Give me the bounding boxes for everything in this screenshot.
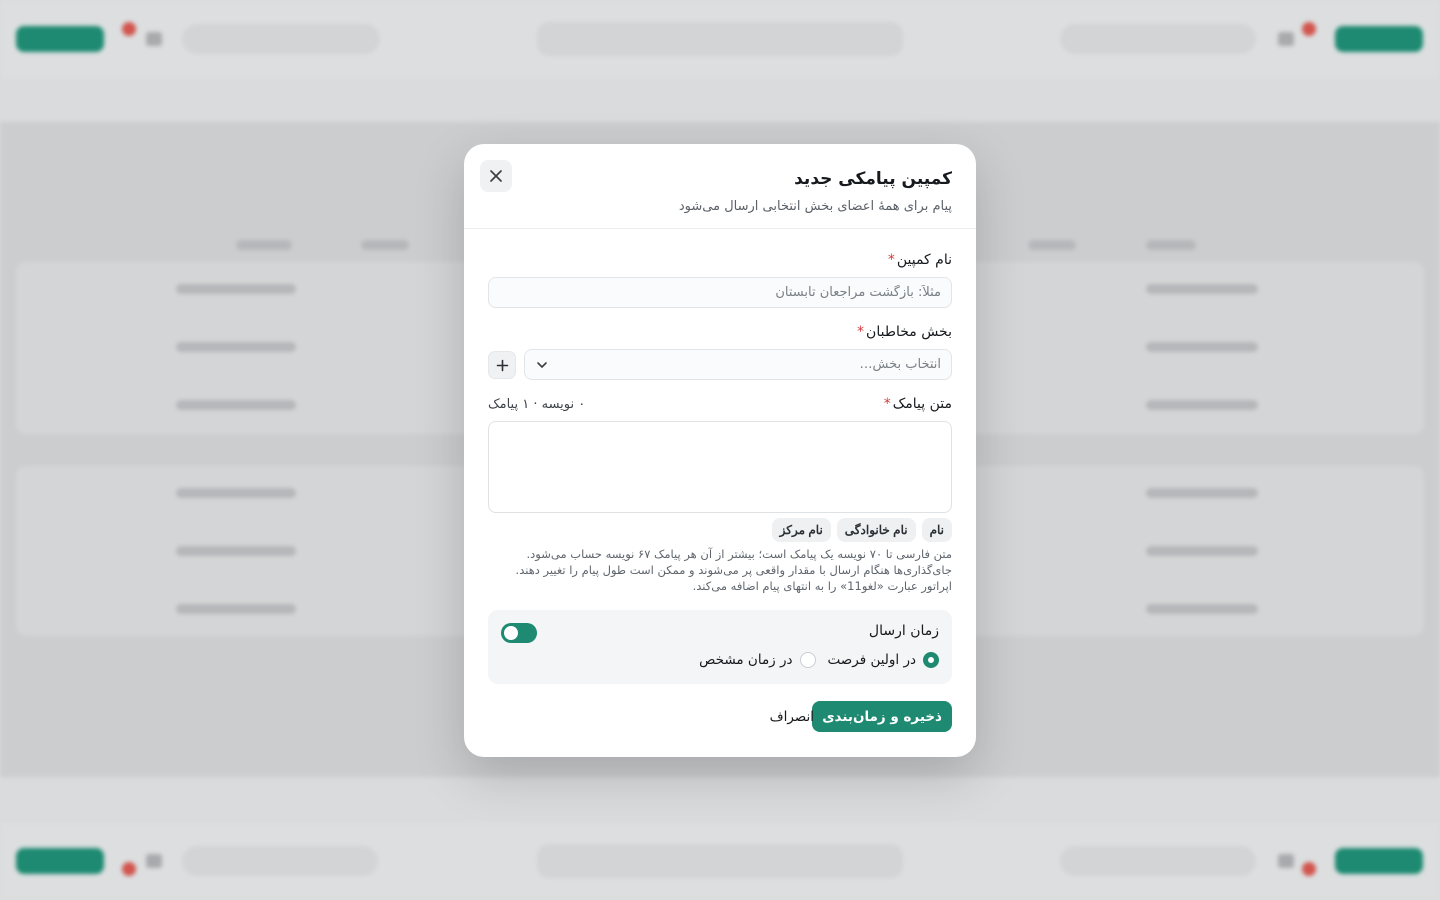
mail-icon <box>146 32 162 46</box>
new-sms-campaign-dialog: کمپین پیامکی جدید پیام برای همهٔ اعضای ب… <box>464 144 976 757</box>
campaign-name-input[interactable] <box>488 277 952 308</box>
mail-icon <box>146 854 162 868</box>
schedule-label: زمان ارسال <box>868 623 939 639</box>
close-button[interactable] <box>480 160 512 192</box>
date-chip <box>182 846 378 876</box>
required-mark: * <box>887 252 895 268</box>
mail-icon <box>1278 854 1294 868</box>
placeholder-chips: نام نام خانوادگی نام مرکز <box>771 518 952 542</box>
campaign-name-label: نام کمپین* <box>887 252 952 268</box>
chevron-down-icon <box>537 361 547 368</box>
required-mark: * <box>883 396 891 412</box>
schedule-section: زمان ارسال در اولین فرصت در زمان مشخص <box>488 610 952 684</box>
message-label: متن پیامک* <box>883 396 952 412</box>
radio-selected[interactable] <box>923 652 939 668</box>
notification-badge <box>122 862 136 876</box>
message-help-text: متن فارسی تا ۷۰ نویسه یک پیامک است؛ بیشت… <box>515 547 952 593</box>
status-chip <box>1060 846 1256 876</box>
add-segment-button[interactable] <box>488 351 516 379</box>
notification-badge <box>122 22 136 36</box>
close-icon <box>490 170 502 182</box>
bottom-bar <box>0 822 1440 900</box>
cancel-button[interactable]: انصراف <box>760 701 824 732</box>
segment-select-value: انتخاب بخش… <box>859 357 941 372</box>
search-bar <box>537 22 903 56</box>
radio-unselected[interactable] <box>799 652 816 668</box>
schedule-options: در اولین فرصت در زمان مشخص <box>699 652 939 668</box>
dialog-header: کمپین پیامکی جدید پیام برای همهٔ اعضای ب… <box>464 144 976 229</box>
segment-label: بخش مخاطبان* <box>857 324 952 340</box>
top-right-button <box>1335 26 1423 52</box>
top-bar <box>0 0 1440 78</box>
save-and-schedule-button[interactable]: ذخیره و زمان‌بندی <box>812 701 952 732</box>
plus-icon <box>496 359 508 371</box>
message-counter: ۰ نویسه · ۱ پیامک <box>488 397 586 412</box>
search-bar <box>537 844 903 878</box>
top-left-button <box>16 26 104 52</box>
schedule-toggle[interactable] <box>501 623 537 643</box>
message-textarea[interactable] <box>488 421 952 513</box>
notification-badge <box>1302 862 1316 876</box>
status-chip <box>1060 24 1256 54</box>
placeholder-chip-first-name[interactable]: نام <box>921 518 952 542</box>
bottom-right-button <box>1335 848 1423 874</box>
segment-select[interactable]: انتخاب بخش… <box>524 349 952 380</box>
placeholder-chip-last-name[interactable]: نام خانوادگی <box>836 518 916 542</box>
schedule-option-asap[interactable]: در اولین فرصت <box>828 652 939 668</box>
notification-badge <box>1302 22 1316 36</box>
date-chip <box>182 24 380 54</box>
bottom-left-button <box>16 848 104 874</box>
schedule-option-specific[interactable]: در زمان مشخص <box>699 652 816 668</box>
mail-icon <box>1278 32 1294 46</box>
placeholder-chip-center-name[interactable]: نام مرکز <box>771 518 831 542</box>
required-mark: * <box>857 324 865 340</box>
toggle-knob <box>504 626 518 640</box>
dialog-title: کمپین پیامکی جدید <box>794 169 952 189</box>
dialog-subtitle: پیام برای همهٔ اعضای بخش انتخابی ارسال م… <box>678 199 952 214</box>
